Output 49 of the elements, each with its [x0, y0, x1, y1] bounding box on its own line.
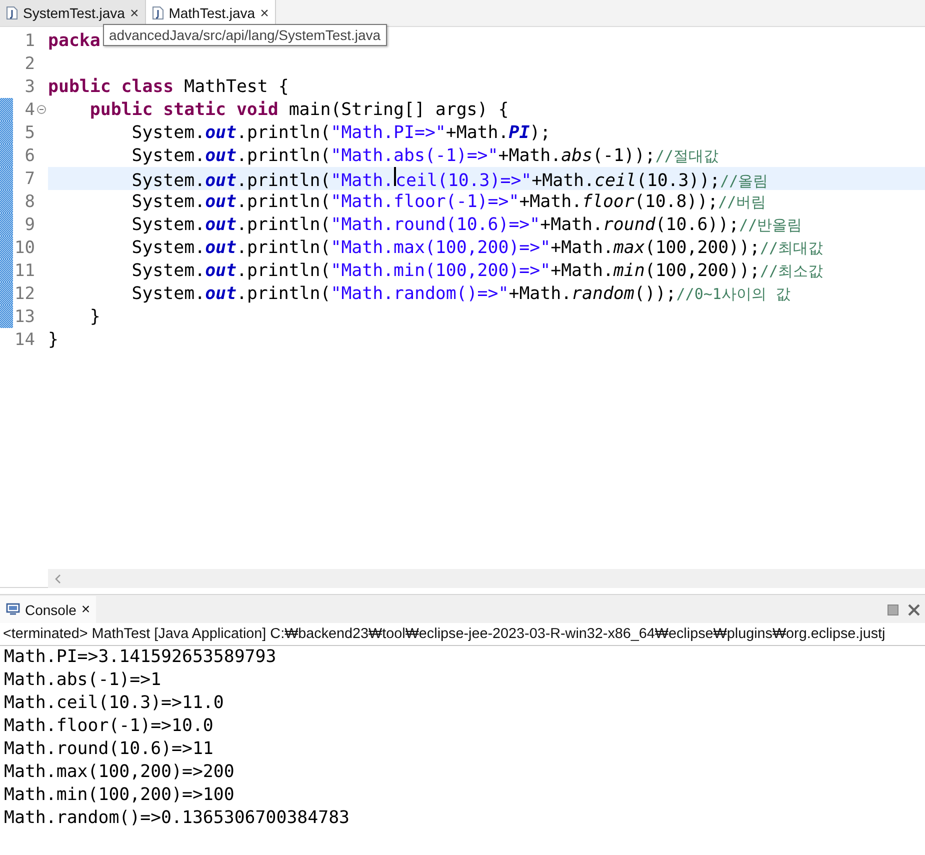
- line-number: 12: [14, 284, 35, 304]
- code-line: System.out.println("Math.round(10.6)=>"+Math.round(10.6));//반올림: [130, 214, 802, 234]
- code-line: System.out.println("Math.PI=>"+Math.PI);: [130, 122, 551, 142]
- java-file-icon: [152, 6, 164, 20]
- editor-tab[interactable]: SystemTest.java ×: [0, 0, 146, 26]
- close-icon[interactable]: ×: [260, 4, 269, 22]
- line-number: 14: [14, 330, 35, 350]
- line-number: 3: [24, 76, 35, 96]
- line-number: 4: [24, 100, 35, 120]
- console-tab[interactable]: Console ×: [0, 596, 96, 623]
- console-output-line: Math.abs(-1)=>1: [4, 670, 162, 690]
- console-output-line: Math.floor(-1)=>10.0: [4, 716, 214, 736]
- console-output-line: Math.max(100,200)=>200: [4, 762, 234, 782]
- java-file-icon: [6, 6, 18, 20]
- line-number: 11: [14, 260, 35, 280]
- code-line: System.out.println("Math.abs(-1)=>"+Math.abs(-1));//절대값: [130, 146, 718, 166]
- line-number: 8: [24, 192, 35, 212]
- console-output-line: Math.PI=>3.141592653589793: [4, 647, 276, 667]
- console-output-line: Math.ceil(10.3)=>11.0: [4, 693, 224, 713]
- code-line: System.out.println("Math.ceil(10.3)=>"+Math.ceil(10.3));//올림: [48, 166, 768, 190]
- line-number: 2: [24, 54, 35, 74]
- code-line: System.out.println("Math.min(100,200)=>"+Math.min(100,200));//최소값: [130, 260, 824, 280]
- scroll-left-icon[interactable]: [54, 574, 62, 584]
- code-line: System.out.println("Math.floor(-1)=>"+Math.floor(10.8));//버림: [130, 192, 766, 212]
- line-number: 5: [24, 122, 35, 142]
- close-icon[interactable]: ×: [130, 4, 139, 22]
- editor-tab[interactable]: MathTest.java ×: [146, 0, 276, 26]
- path-tooltip: advancedJava/src/api/lang/SystemTest.java: [103, 24, 387, 46]
- line-number: 13: [14, 306, 35, 326]
- code-line: System.out.println("Math.max(100,200)=>"+Math.max(100,200));//최대값: [130, 238, 824, 258]
- close-icon[interactable]: ×: [81, 601, 90, 618]
- line-number: 9: [24, 214, 35, 234]
- console-status: <terminated> MathTest [Java Application] C:₩backend23₩tool₩eclipse-jee-2023-03-R-win32-x86_64₩eclipse₩plugins₩org.eclipse.justj: [0, 623, 925, 646]
- collapse-icon[interactable]: [37, 105, 46, 114]
- code-line: public static void main(String[] args) {: [88, 100, 509, 120]
- code-line: }: [88, 306, 100, 326]
- code-line: }: [48, 330, 58, 350]
- line-number: 7: [24, 168, 35, 188]
- console-output-line: Math.round(10.6)=>11: [4, 739, 214, 759]
- code-line: packa: [48, 30, 100, 50]
- console-output-line: Math.min(100,200)=>100: [4, 785, 234, 805]
- line-number: 6: [24, 146, 35, 166]
- line-number: 1: [24, 30, 35, 50]
- minimize-icon[interactable]: [887, 604, 899, 616]
- line-number: 10: [14, 238, 35, 258]
- console-icon: [6, 603, 20, 616]
- code-line: public class MathTest {: [48, 76, 289, 96]
- code-line: System.out.println("Math.random()=>"+Math.random());//0~1사이의 값: [130, 284, 790, 304]
- console-output-line: Math.random()=>0.1365306700384783: [4, 808, 350, 828]
